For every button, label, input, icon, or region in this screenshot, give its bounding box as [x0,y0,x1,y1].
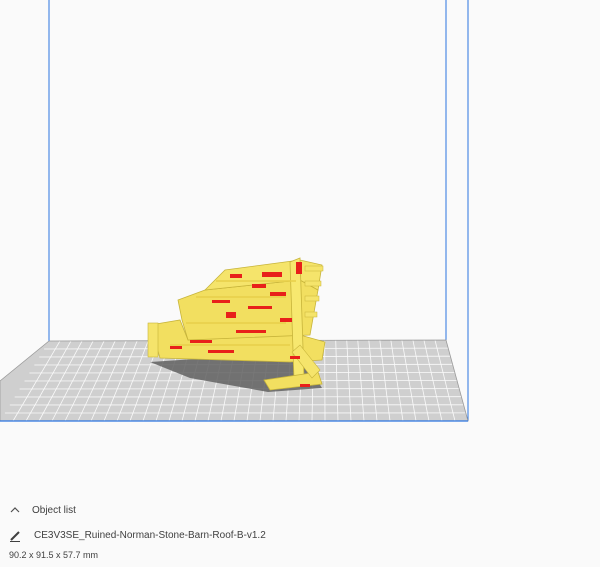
3d-viewport[interactable] [0,0,600,470]
object-list-label: Object list [32,504,76,516]
build-volume-scene[interactable] [0,0,600,470]
dimensions-text: 90.2 x 91.5 x 57.7 mm [9,550,99,560]
object-list-toggle[interactable]: Object list [8,503,76,517]
object-panel: Object list CE3V3SE_Ruined-Norman-Stone-… [0,495,600,567]
object-row: CE3V3SE_Ruined-Norman-Stone-Barn-Roof-B-… [8,528,266,542]
object-dimensions: 90.2 x 91.5 x 57.7 mm [9,550,98,560]
pencil-icon[interactable] [8,528,22,542]
object-name: CE3V3SE_Ruined-Norman-Stone-Barn-Roof-B-… [34,529,266,541]
chevron-up-icon [8,503,22,517]
